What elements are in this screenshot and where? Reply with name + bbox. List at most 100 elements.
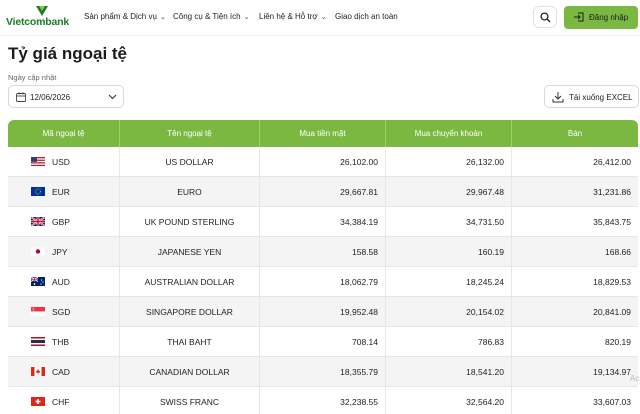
column-header-code[interactable]: Mã ngoại tệ (8, 120, 120, 147)
table-header: Mã ngoại tệ Tên ngoại tệ Mua tiền mặt Mu… (8, 120, 638, 147)
currency-name: US DOLLAR (120, 147, 260, 176)
currency-code: USD (52, 156, 70, 167)
currency-code-cell: EUR (8, 177, 120, 206)
nav-label: Sản phẩm & Dịch vụ (84, 12, 157, 21)
currency-code: GBP (52, 216, 70, 227)
column-header-sell[interactable]: Bán (512, 120, 638, 147)
login-button[interactable]: Đăng nhập (564, 6, 638, 29)
currency-code-cell: JPY (8, 237, 120, 266)
transfer-buy-rate: 29,967.48 (386, 177, 512, 206)
transfer-buy-rate: 20,154.02 (386, 297, 512, 326)
sell-rate: 19,134.97 (593, 366, 631, 377)
search-button[interactable] (533, 6, 557, 28)
cash-buy-rate: 29,667.81 (260, 177, 386, 206)
currency-code: EUR (52, 186, 70, 197)
sell-rate: 820.19 (605, 336, 631, 347)
nav-products-services[interactable]: Sản phẩm & Dịch vụ ⌄ (84, 12, 166, 21)
download-excel-label: Tải xuống EXCEL (569, 93, 633, 102)
nav-safe-transactions[interactable]: Giao dịch an toàn (335, 12, 398, 21)
currency-code: THB (52, 336, 69, 347)
cash-buy-rate: 18,355.79 (260, 357, 386, 386)
top-navigation-bar: Vietcombank Sản phẩm & Dịch vụ ⌄ Công cụ … (0, 0, 640, 36)
transfer-buy-rate: 32,564.20 (386, 387, 512, 414)
table-row: CAD CANADIAN DOLLAR 18,355.79 18,541.20 … (8, 357, 638, 387)
download-excel-button[interactable]: Tải xuống EXCEL (544, 85, 639, 108)
currency-code-cell: THB (8, 327, 120, 356)
activation-watermark: Ac (630, 374, 640, 383)
table-row: EUR EURO 29,667.81 29,967.48 31,231.86 (8, 177, 638, 207)
currency-name: AUSTRALIAN DOLLAR (120, 267, 260, 296)
currency-name: SWISS FRANC (120, 387, 260, 414)
ca-flag-icon (31, 367, 45, 376)
column-header-transfer-buy[interactable]: Mua chuyển khoản (386, 120, 512, 147)
search-icon (540, 12, 551, 23)
transfer-buy-rate: 26,132.00 (386, 147, 512, 176)
currency-name: UK POUND STERLING (120, 207, 260, 236)
nav-label: Liên hệ & Hỗ trợ (259, 12, 318, 21)
sg-flag-icon (31, 307, 45, 316)
cash-buy-rate: 26,102.00 (260, 147, 386, 176)
cash-buy-rate: 32,238.55 (260, 387, 386, 414)
us-flag-icon (31, 157, 45, 166)
chevron-down-icon: ⌄ (159, 14, 166, 21)
vietcombank-logo[interactable]: Vietcombank (6, 5, 70, 29)
currency-code: JPY (52, 246, 68, 257)
currency-code: CAD (52, 366, 70, 377)
exchange-rate-table: Mã ngoại tệ Tên ngoại tệ Mua tiền mặt Mu… (8, 120, 638, 414)
cash-buy-rate: 708.14 (260, 327, 386, 356)
currency-name: SINGAPORE DOLLAR (120, 297, 260, 326)
table-row: USD US DOLLAR 26,102.00 26,132.00 26,412… (8, 147, 638, 177)
table-row: CHF SWISS FRANC 32,238.55 32,564.20 33,6… (8, 387, 638, 414)
nav-label: Công cụ & Tiện ích (173, 12, 241, 21)
currency-name: THAI BAHT (120, 327, 260, 356)
jp-flag-icon (31, 247, 45, 256)
nav-tools-utilities[interactable]: Công cụ & Tiện ích ⌄ (173, 12, 249, 21)
th-flag-icon (31, 337, 45, 346)
cash-buy-rate: 19,952.48 (260, 297, 386, 326)
column-header-cash-buy[interactable]: Mua tiền mặt (260, 120, 386, 147)
currency-code-cell: USD (8, 147, 120, 176)
currency-code: AUD (52, 276, 70, 287)
page-title: Tỷ giá ngoại tệ (8, 44, 128, 63)
table-row: GBP UK POUND STERLING 34,384.19 34,731.5… (8, 207, 638, 237)
table-row: THB THAI BAHT 708.14 786.83 820.19 (8, 327, 638, 357)
nav-label: Giao dịch an toàn (335, 12, 398, 21)
chevron-down-icon (108, 94, 117, 100)
transfer-buy-rate: 18,245.24 (386, 267, 512, 296)
login-icon (574, 12, 584, 22)
au-flag-icon (31, 277, 45, 286)
sell-rate: 31,231.86 (593, 186, 631, 197)
currency-code-cell: SGD (8, 297, 120, 326)
brand-name: Vietcombank (6, 16, 69, 28)
ch-flag-icon (31, 397, 45, 406)
currency-code: CHF (52, 396, 70, 407)
eu-flag-icon (31, 187, 45, 196)
currency-name: CANADIAN DOLLAR (120, 357, 260, 386)
sell-rate: 20,841.09 (593, 306, 631, 317)
currency-code-cell: CHF (8, 387, 120, 414)
table-row: SGD SINGAPORE DOLLAR 19,952.48 20,154.02… (8, 297, 638, 327)
sell-rate: 168.66 (605, 246, 631, 257)
currency-name: EURO (120, 177, 260, 206)
currency-code-cell: CAD (8, 357, 120, 386)
chevron-down-icon: ⌄ (243, 14, 250, 21)
cash-buy-rate: 34,384.19 (260, 207, 386, 236)
date-value: 12/06/2026 (30, 93, 71, 102)
login-label: Đăng nhập (589, 13, 629, 22)
table-row: AUD AUSTRALIAN DOLLAR 18,062.79 18,245.2… (8, 267, 638, 297)
currency-code-cell: GBP (8, 207, 120, 236)
nav-contact-support[interactable]: Liên hệ & Hỗ trợ ⌄ (259, 12, 326, 21)
chevron-down-icon: ⌄ (320, 14, 327, 21)
uk-flag-icon (31, 217, 45, 226)
transfer-buy-rate: 160.19 (386, 237, 512, 266)
cash-buy-rate: 158.58 (260, 237, 386, 266)
currency-code-cell: AUD (8, 267, 120, 296)
download-icon (552, 92, 564, 103)
date-picker[interactable]: 12/06/2026 (8, 85, 124, 108)
table-row: JPY JAPANESE YEN 158.58 160.19 168.66 (8, 237, 638, 267)
currency-name: JAPANESE YEN (120, 237, 260, 266)
currency-code: SGD (52, 306, 71, 317)
updated-date-label: Ngày cập nhật (8, 73, 57, 82)
transfer-buy-rate: 18,541.20 (386, 357, 512, 386)
column-header-name[interactable]: Tên ngoại tệ (120, 120, 260, 147)
